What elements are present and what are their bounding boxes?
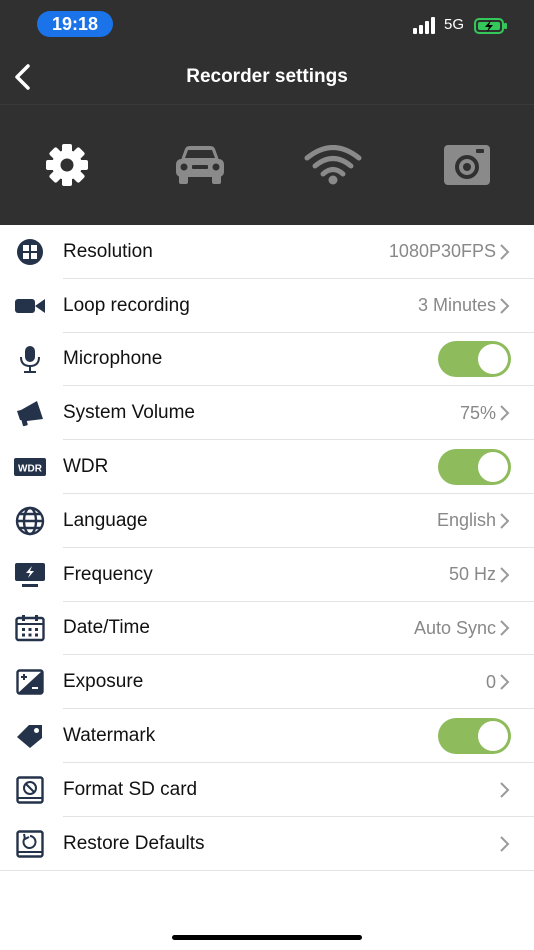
- tab-camera[interactable]: [435, 135, 499, 195]
- nav-bar: Recorder settings: [0, 48, 534, 104]
- chevron-right-icon: [500, 513, 510, 529]
- top-bar: 19:18 5G Recorder settings: [0, 0, 534, 225]
- setting-row-format-sd-card[interactable]: Format SD card: [0, 763, 534, 817]
- toggle-knob: [478, 721, 508, 752]
- setting-label: Restore Defaults: [63, 832, 205, 854]
- chevron-right-icon: [500, 566, 510, 583]
- setting-row-frequency[interactable]: Frequency 50 Hz: [0, 548, 534, 602]
- calendar-icon: [14, 613, 46, 643]
- chevron-right-icon: [500, 244, 510, 260]
- setting-label: Frequency: [63, 563, 153, 585]
- setting-value: 0: [485, 671, 496, 692]
- setting-label: Watermark: [63, 725, 156, 747]
- resolution-grid-icon: [14, 237, 46, 267]
- chevron-right-icon: [500, 835, 510, 852]
- settings-list: Resolution 1080P30FPS Loop recording 3 M…: [0, 225, 534, 871]
- chevron-right-icon: [500, 620, 510, 637]
- camera-icon: [444, 145, 490, 185]
- setting-label: Format SD card: [63, 778, 198, 800]
- page-title: Recorder settings: [186, 66, 348, 87]
- wifi-icon: [304, 145, 362, 185]
- setting-label: System Volume: [63, 402, 195, 424]
- signal-bars-icon: [413, 17, 435, 34]
- tab-wifi[interactable]: [301, 135, 365, 195]
- setting-row-exposure[interactable]: Exposure 0: [0, 655, 534, 710]
- back-button[interactable]: [8, 58, 40, 96]
- setting-label: Language: [63, 509, 148, 531]
- setting-row-wdr: WDR WDR: [0, 440, 534, 494]
- setting-label: Date/Time: [63, 617, 150, 639]
- video-camera-icon: [14, 291, 46, 321]
- car-icon: [176, 146, 224, 184]
- tag-icon: [14, 721, 46, 751]
- divider: [0, 869, 534, 871]
- microphone-toggle[interactable]: [438, 341, 511, 378]
- setting-row-restore-defaults[interactable]: Restore Defaults: [0, 817, 534, 871]
- setting-row-language[interactable]: Language English: [0, 494, 534, 548]
- setting-row-date-time[interactable]: Date/Time Auto Sync: [0, 602, 534, 656]
- setting-label: Microphone: [63, 348, 163, 370]
- monitor-bolt-icon: [14, 560, 46, 590]
- tab-car[interactable]: [168, 135, 232, 195]
- setting-value: English: [436, 510, 496, 531]
- setting-label: Exposure: [63, 671, 144, 693]
- chevron-right-icon: [500, 782, 510, 798]
- globe-icon: [14, 506, 46, 536]
- settings-tabs: [0, 104, 534, 225]
- battery-charging-icon: [474, 18, 507, 34]
- network-type: 5G: [444, 16, 465, 33]
- tab-general[interactable]: [35, 135, 99, 195]
- gear-icon: [46, 144, 88, 186]
- setting-value: 3 Minutes: [417, 295, 496, 316]
- home-indicator[interactable]: [172, 935, 362, 940]
- setting-value: 75%: [459, 402, 496, 423]
- toggle-knob: [478, 452, 508, 483]
- setting-row-loop-recording[interactable]: Loop recording 3 Minutes: [0, 279, 534, 333]
- restore-icon: [14, 829, 46, 859]
- setting-label: Loop recording: [63, 294, 190, 316]
- setting-row-watermark: Watermark: [0, 709, 534, 763]
- chevron-right-icon: [500, 405, 510, 421]
- wdr-toggle[interactable]: [438, 449, 511, 486]
- wdr-icon: WDR: [14, 452, 46, 482]
- chevron-right-icon: [500, 674, 510, 690]
- chevron-right-icon: [500, 297, 510, 314]
- megaphone-icon: [14, 398, 46, 428]
- watermark-toggle[interactable]: [438, 718, 511, 755]
- status-bar: 19:18 5G: [0, 0, 534, 48]
- setting-row-microphone: Microphone: [0, 333, 534, 387]
- wdr-icon-text: WDR: [18, 464, 43, 475]
- setting-label: WDR: [63, 456, 109, 478]
- setting-value: 50 Hz: [448, 564, 496, 585]
- setting-value: Auto Sync: [413, 617, 496, 638]
- setting-row-system-volume[interactable]: System Volume 75%: [0, 386, 534, 441]
- setting-row-resolution[interactable]: Resolution 1080P30FPS: [0, 225, 534, 279]
- status-time: 19:18: [37, 11, 113, 37]
- setting-label: Resolution: [63, 240, 153, 262]
- sd-card-format-icon: [14, 775, 46, 805]
- exposure-icon: [14, 667, 46, 697]
- setting-value: 1080P30FPS: [388, 241, 496, 262]
- toggle-knob: [478, 344, 508, 375]
- microphone-icon: [14, 344, 46, 374]
